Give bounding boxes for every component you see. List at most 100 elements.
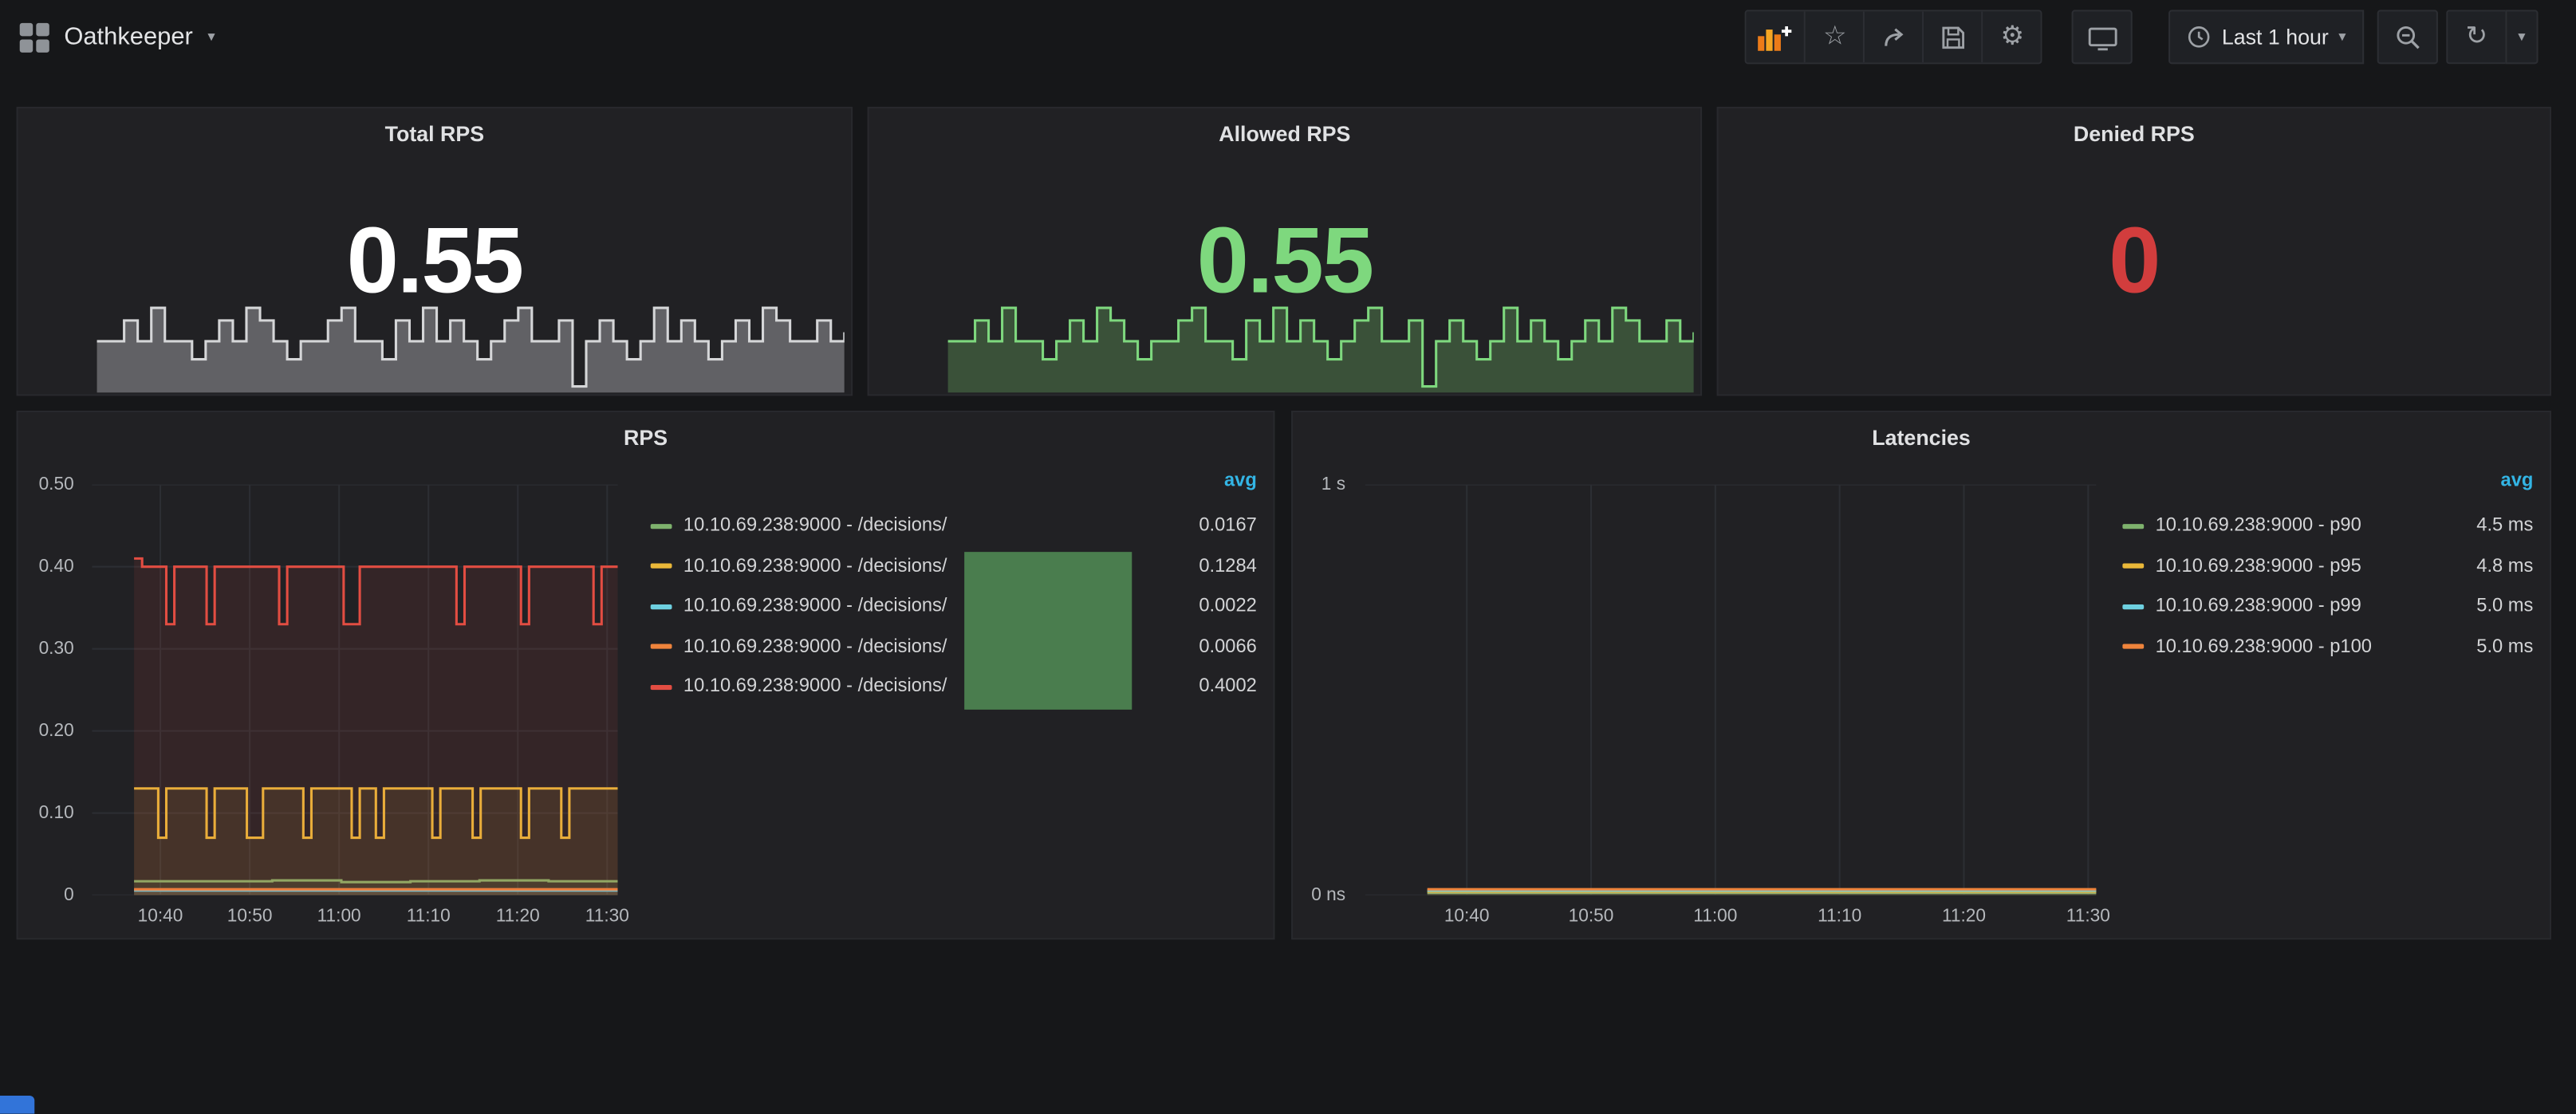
y-tick-label: 0.40	[39, 557, 74, 577]
legend-row[interactable]: 10.10.69.238:9000 - /decisions/0.0022	[651, 586, 1260, 626]
rps-legend: avg10.10.69.238:9000 - /decisions/0.0167…	[651, 471, 1260, 707]
star-icon: ☆	[1823, 24, 1847, 50]
chevron-down-icon: ▾	[2518, 30, 2525, 45]
rps-y-axis: 00.100.200.300.400.50	[18, 485, 84, 896]
stat-value: 0.55	[869, 207, 1700, 316]
panel-title[interactable]: RPS	[18, 426, 1274, 451]
x-tick-label: 10:40	[138, 907, 183, 927]
bar-chart-add-icon	[1759, 24, 1793, 50]
panel-rps-graph: RPS 0 0.10 0.20 0.30 0.40 0.50 10:40 10:50 11:0…	[17, 411, 1275, 939]
y-tick-label: 0.30	[39, 639, 74, 659]
dashboard-picker[interactable]: Oathkeeper ▾	[0, 22, 215, 52]
panel-title[interactable]: Latencies	[1293, 426, 2550, 451]
panel-title[interactable]: Denied RPS	[1719, 121, 2550, 146]
gear-icon: ⚙	[2000, 24, 2024, 50]
x-tick-label: 11:20	[1942, 907, 1986, 927]
refresh-button[interactable]: ↻	[2446, 10, 2505, 64]
cycle-view-button[interactable]	[2072, 10, 2133, 64]
chevron-down-icon: ▾	[2338, 30, 2346, 45]
legend-row[interactable]: 10.10.69.238:9000 - p904.5 ms	[2122, 506, 2536, 545]
legend-avg-header: avg	[651, 471, 1260, 506]
series-color-dash	[651, 684, 672, 689]
y-tick-label: 1 s	[1321, 474, 1345, 494]
panel-total-rps: Total RPS 0.55	[17, 107, 853, 396]
panel-actions-group: ☆ ⚙	[1745, 10, 2042, 64]
rps-x-axis: 10:4010:5011:0011:1011:2011:30	[92, 907, 617, 930]
series-color-dash	[2122, 644, 2144, 649]
series-color-dash	[2122, 604, 2144, 609]
refresh-interval-dropdown[interactable]: ▾	[2505, 10, 2538, 64]
y-tick-label: 0.20	[39, 721, 74, 741]
series-color-dash	[2122, 524, 2144, 529]
legend-row[interactable]: 10.10.69.238:9000 - p995.0 ms	[2122, 586, 2536, 626]
legend-row[interactable]: 10.10.69.238:9000 - /decisions/0.0066	[651, 627, 1260, 667]
panel-title[interactable]: Total RPS	[18, 121, 851, 146]
settings-button[interactable]: ⚙	[1983, 11, 2041, 62]
x-tick-label: 11:30	[585, 907, 629, 927]
series-color-dash	[651, 564, 672, 569]
x-tick-label: 11:20	[496, 907, 540, 927]
x-tick-label: 10:50	[1569, 907, 1614, 927]
add-panel-button[interactable]	[1747, 11, 1806, 62]
series-avg-value: 5.0 ms	[2428, 596, 2537, 616]
star-button[interactable]: ☆	[1806, 11, 1865, 62]
panel-latencies-graph: Latencies 0 ns1 s 10:4010:5011:0011:1011…	[1291, 411, 2551, 939]
x-tick-label: 11:10	[407, 907, 451, 927]
series-avg-value: 4.5 ms	[2428, 516, 2537, 536]
rps-plot-area[interactable]	[92, 485, 617, 896]
legend-row[interactable]: 10.10.69.238:9000 - /decisions/0.4002	[651, 667, 1260, 707]
latencies-legend: avg10.10.69.238:9000 - p904.5 ms10.10.69…	[2122, 471, 2536, 667]
series-avg-value: 0.0022	[1152, 596, 1260, 616]
series-name: 10.10.69.238:9000 - p99	[2156, 596, 2428, 616]
series-avg-value: 0.0066	[1152, 637, 1260, 657]
corner-blue-artifact[interactable]	[0, 1096, 34, 1114]
y-tick-label: 0	[64, 885, 74, 905]
legend-row[interactable]: 10.10.69.238:9000 - p1005.0 ms	[2122, 627, 2536, 667]
latencies-y-axis: 0 ns1 s	[1293, 485, 1355, 896]
legend-row[interactable]: 10.10.69.238:9000 - /decisions/0.0167	[651, 506, 1260, 545]
monitor-icon	[2088, 24, 2117, 50]
latencies-x-axis: 10:4010:5011:0011:1011:2011:30	[1365, 907, 2097, 930]
stat-value: 0	[1719, 207, 2550, 316]
series-name: 10.10.69.238:9000 - /decisions/	[683, 516, 1152, 536]
time-picker-button[interactable]: Last 1 hour ▾	[2169, 10, 2364, 64]
series-avg-value: 0.0167	[1152, 516, 1260, 536]
panel-title[interactable]: Allowed RPS	[869, 121, 1700, 146]
y-tick-label: 0.50	[39, 474, 74, 494]
save-icon	[1940, 24, 1967, 50]
series-color-dash	[2122, 564, 2144, 569]
y-tick-label: 0.10	[39, 803, 74, 823]
series-name: 10.10.69.238:9000 - p95	[2156, 557, 2428, 577]
panel-denied-rps: Denied RPS 0	[1717, 107, 2551, 396]
share-button[interactable]	[1865, 11, 1924, 62]
legend-row[interactable]: 10.10.69.238:9000 - /decisions/0.1284	[651, 546, 1260, 586]
x-tick-label: 11:30	[2066, 907, 2110, 927]
time-range-label: Last 1 hour	[2222, 25, 2329, 49]
x-tick-label: 10:40	[1444, 907, 1490, 927]
clock-icon	[2188, 25, 2212, 49]
series-color-dash	[651, 644, 672, 649]
series-color-dash	[651, 524, 672, 529]
search-minus-icon	[2394, 24, 2420, 50]
panel-allowed-rps: Allowed RPS 0.55	[868, 107, 1702, 396]
navbar: Oathkeeper ▾ ☆	[0, 0, 2576, 74]
series-avg-value: 4.8 ms	[2428, 557, 2537, 577]
dashboard-title[interactable]: Oathkeeper	[64, 23, 192, 51]
series-avg-value: 0.4002	[1152, 677, 1260, 697]
y-tick-label: 0 ns	[1311, 885, 1345, 905]
series-name: 10.10.69.238:9000 - p90	[2156, 516, 2428, 536]
x-tick-label: 10:50	[227, 907, 273, 927]
save-button[interactable]	[1924, 11, 1983, 62]
apps-grid-icon	[20, 22, 49, 52]
tooltip-artifact-overlay	[964, 552, 1132, 710]
zoom-out-button[interactable]	[2377, 10, 2438, 64]
stat-value: 0.55	[18, 207, 851, 316]
latencies-plot-area[interactable]	[1365, 485, 2097, 896]
x-tick-label: 11:10	[1818, 907, 1861, 927]
legend-avg-header: avg	[2122, 471, 2536, 506]
legend-row[interactable]: 10.10.69.238:9000 - p954.8 ms	[2122, 546, 2536, 586]
grafana-dashboard: Oathkeeper ▾ ☆	[0, 0, 2576, 1114]
series-avg-value: 0.1284	[1152, 557, 1260, 577]
x-tick-label: 11:00	[317, 907, 361, 927]
x-tick-label: 11:00	[1693, 907, 1737, 927]
